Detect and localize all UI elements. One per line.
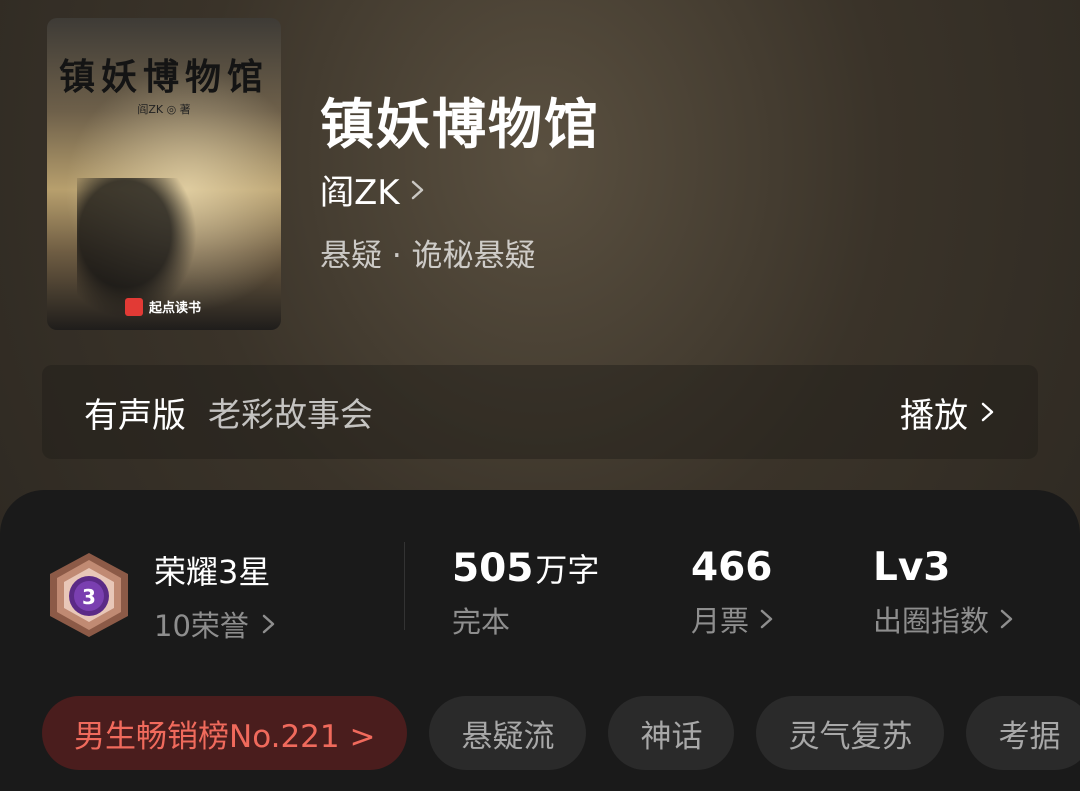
tag-chip[interactable]: 神话 xyxy=(608,696,735,770)
monthly-tickets-label: 月票 xyxy=(691,604,750,638)
chevron-right-icon xyxy=(262,614,275,634)
rank-chip[interactable]: 男生畅销榜No.221 > xyxy=(42,696,408,770)
word-count-unit: 万字 xyxy=(535,551,600,589)
honor-badge-icon: 3 xyxy=(50,553,128,637)
completion-label: 完本 xyxy=(452,605,511,639)
chevron-right-icon xyxy=(1000,609,1013,629)
tag-chip[interactable]: 悬疑流 xyxy=(429,696,587,770)
honor-title: 荣耀3星 xyxy=(154,553,271,591)
badge-number: 3 xyxy=(82,585,96,609)
word-count-value: 505万字 xyxy=(452,545,599,591)
audio-version-bar[interactable]: 有声版 老彩故事会 播放 xyxy=(42,365,1038,459)
divider xyxy=(404,542,405,630)
monthly-tickets-stat[interactable]: 466 月票 xyxy=(691,545,775,640)
popularity-level-value: Lv3 xyxy=(873,545,951,590)
author-link[interactable]: 阎ZK xyxy=(320,165,426,214)
monthly-tickets-link[interactable]: 月票 xyxy=(691,598,775,640)
completion-status: 完本 xyxy=(452,599,599,641)
cover-author: 阎ZK ◎ 著 xyxy=(137,103,191,116)
play-button[interactable]: 播放 xyxy=(900,388,996,437)
cover-brand: 起点读书 xyxy=(125,297,201,316)
audio-label: 有声版 xyxy=(84,395,186,436)
play-label: 播放 xyxy=(900,395,968,436)
word-count-number: 505 xyxy=(452,546,534,591)
tag-chip[interactable]: 考据 xyxy=(966,696,1080,770)
honor-points: 10荣誉 xyxy=(154,609,249,643)
book-title: 镇妖博物馆 xyxy=(320,92,600,156)
popularity-index-link[interactable]: 出圈指数 xyxy=(873,598,1015,640)
chevron-right-icon xyxy=(981,402,994,422)
popularity-index-stat[interactable]: Lv3 出圈指数 xyxy=(873,545,1015,640)
genre-line: 悬疑 · 诡秘悬疑 xyxy=(320,238,536,274)
tag-chip[interactable]: 灵气复苏 xyxy=(756,696,945,770)
popularity-index-label: 出圈指数 xyxy=(873,604,990,638)
chevron-right-icon xyxy=(411,180,423,199)
tag-chips: 男生畅销榜No.221 > 悬疑流 神话 灵气复苏 考据 xyxy=(42,696,1080,770)
book-cover[interactable]: 镇妖博物馆 阎ZK ◎ 著 起点读书 xyxy=(47,18,281,330)
cover-title: 镇妖博物馆 xyxy=(58,56,269,98)
book-info-sheet: 3 荣耀3星 10荣誉 505万字 完本 466 月票 Lv3 出圈指数 男生畅… xyxy=(0,490,1080,791)
monthly-tickets-value: 466 xyxy=(691,545,773,590)
honor-points-link[interactable]: 10荣誉 xyxy=(154,603,277,645)
word-count-stat: 505万字 完本 xyxy=(452,545,599,641)
brand-text: 起点读书 xyxy=(149,301,202,316)
audio-narrator: 老彩故事会 xyxy=(208,395,373,434)
brand-logo-icon xyxy=(125,297,143,316)
author-name: 阎ZK xyxy=(320,173,400,213)
chevron-right-icon xyxy=(760,609,773,629)
